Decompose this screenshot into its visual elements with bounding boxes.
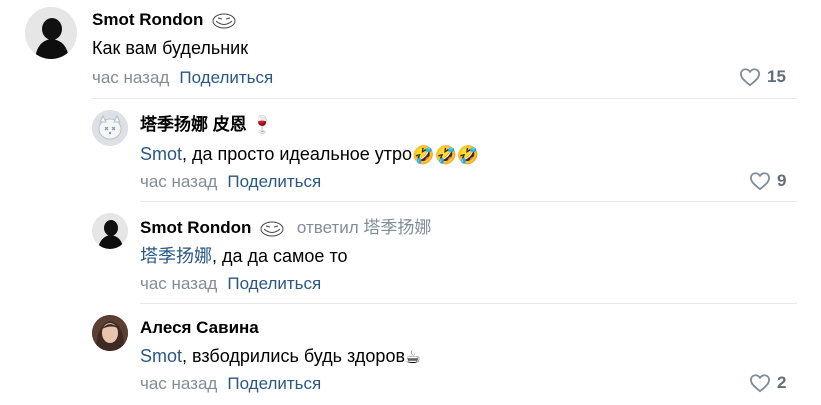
trollface-icon: [260, 221, 284, 237]
avatar[interactable]: [92, 315, 128, 351]
share-link[interactable]: Поделиться: [227, 374, 321, 393]
divider: [92, 98, 797, 99]
coffee-emoji-icon: ☕: [405, 347, 422, 368]
comment-author[interactable]: Алеся Савина: [140, 318, 259, 338]
comment-text: Smot, да просто идеальное утро🤣🤣🤣: [140, 144, 480, 166]
trollface-icon: [212, 13, 236, 29]
like-button[interactable]: 2: [749, 373, 786, 393]
like-button[interactable]: 9: [749, 171, 786, 191]
comment-meta: час назад Поделиться: [92, 68, 273, 88]
heart-outline-icon: [739, 68, 761, 87]
comment-meta: час назад Поделиться: [140, 374, 321, 394]
avatar[interactable]: [25, 7, 77, 59]
wine-glass-icon: 🍷: [251, 115, 273, 134]
comment-time[interactable]: час назад: [140, 374, 217, 393]
comment-author[interactable]: Smot Rondon: [92, 10, 236, 30]
divider: [140, 303, 797, 304]
like-count: 15: [767, 67, 786, 86]
share-link[interactable]: Поделиться: [179, 68, 273, 87]
like-count: 9: [777, 171, 787, 190]
divider: [140, 201, 797, 202]
comment-time[interactable]: час назад: [92, 68, 169, 87]
share-link[interactable]: Поделиться: [227, 172, 321, 191]
comment-author[interactable]: 塔季扬娜 皮恩 🍷: [140, 115, 273, 135]
avatar[interactable]: [92, 213, 128, 249]
rofl-emoji-icon: 🤣🤣🤣: [412, 145, 480, 166]
like-count: 2: [777, 373, 787, 392]
heart-outline-icon: [749, 172, 771, 191]
mention-link[interactable]: 塔季扬娜: [140, 246, 212, 266]
comment-text: Как вам будельник: [92, 38, 249, 58]
comment-time[interactable]: час назад: [140, 172, 217, 191]
comment-meta: час назад Поделиться: [140, 274, 321, 294]
comment-text: 塔季扬娜, да да самое то: [140, 246, 348, 266]
like-button[interactable]: 15: [739, 67, 786, 87]
share-link[interactable]: Поделиться: [227, 274, 321, 293]
comment-author[interactable]: Smot Rondon ответил 塔季扬娜: [140, 218, 431, 238]
avatar[interactable]: [92, 110, 128, 146]
comment-time[interactable]: час назад: [140, 274, 217, 293]
comment-text: Smot, взбодрились будь здоров☕: [140, 346, 422, 368]
heart-outline-icon: [749, 374, 771, 393]
mention-link[interactable]: Smot: [140, 346, 182, 366]
replied-to[interactable]: ответил 塔季扬娜: [297, 218, 432, 237]
comment-meta: час назад Поделиться: [140, 172, 321, 192]
mention-link[interactable]: Smot: [140, 144, 182, 164]
